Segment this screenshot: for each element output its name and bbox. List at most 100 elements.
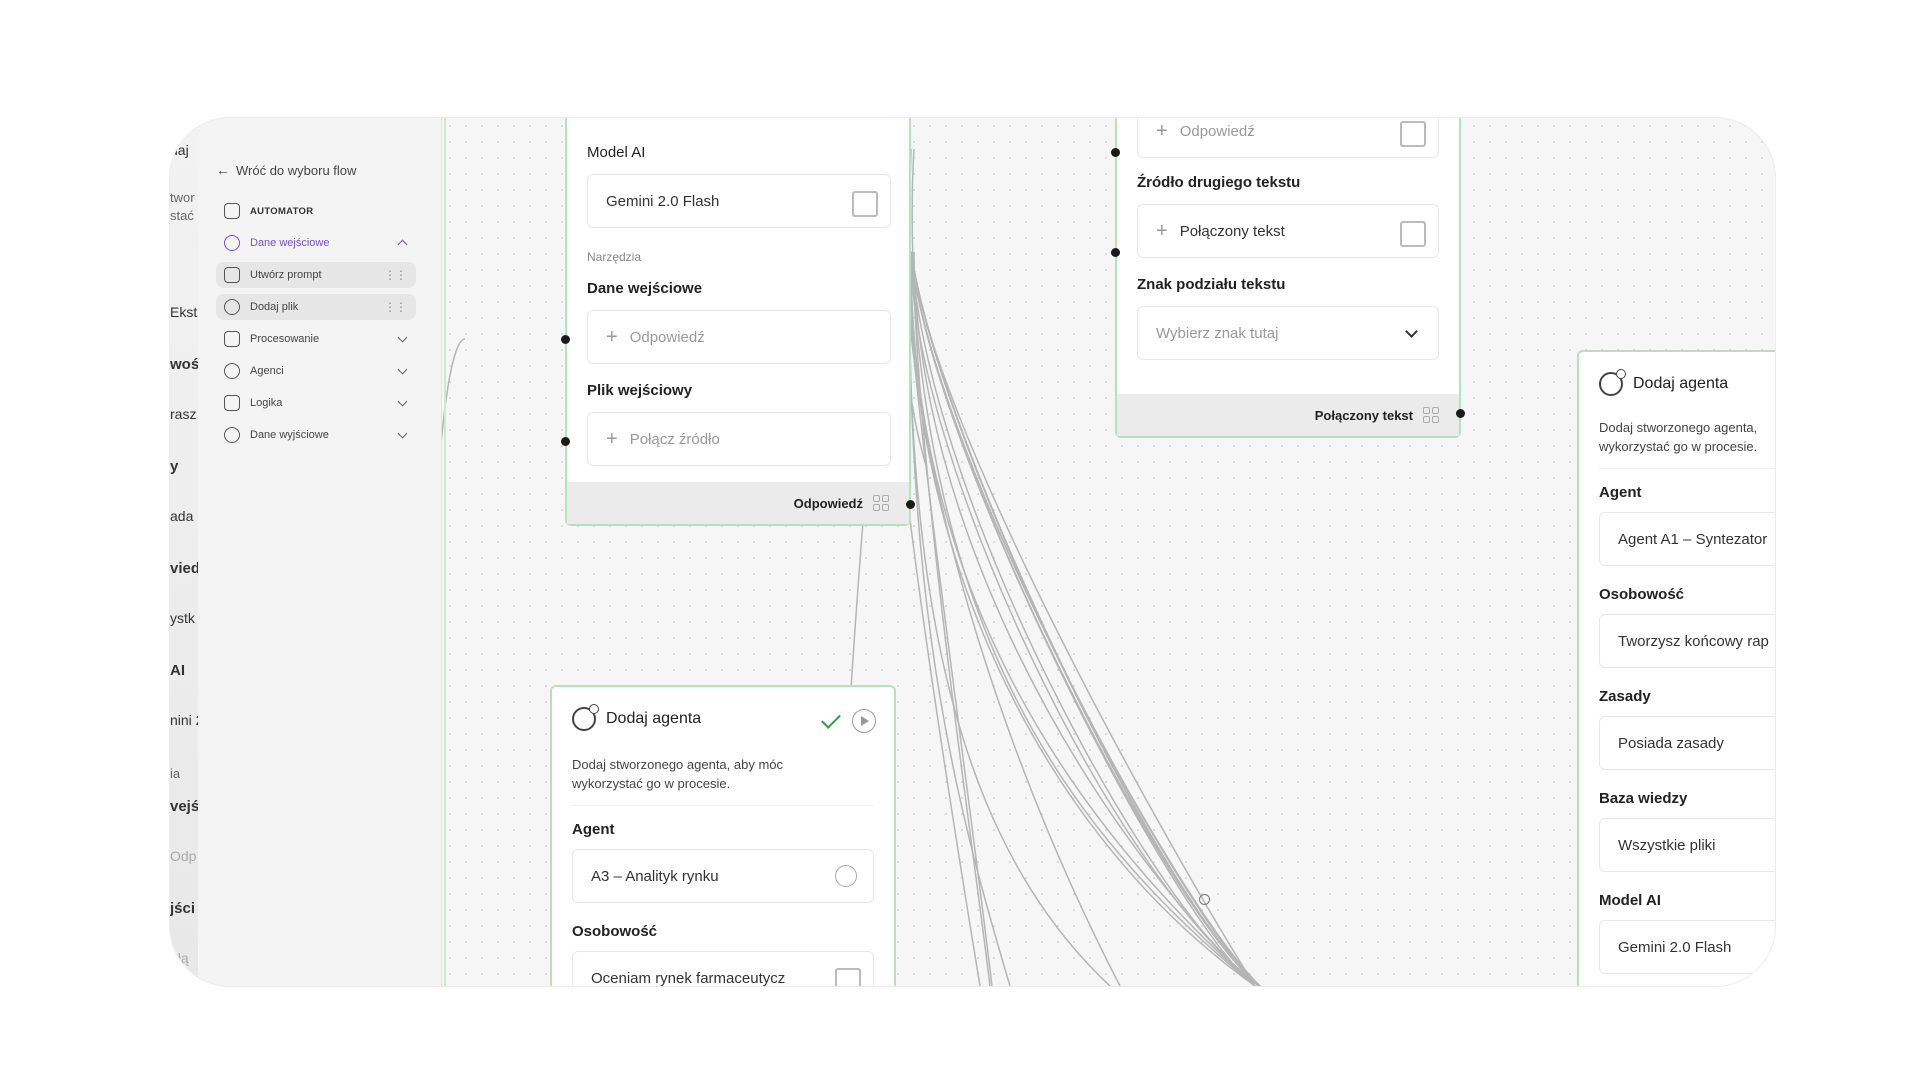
node-title: Dodaj agenta	[1599, 369, 1729, 396]
agent-value: Agent A1 – Syntezator	[1618, 530, 1768, 548]
input-port[interactable]	[1111, 148, 1120, 157]
output-port[interactable]	[1456, 409, 1465, 418]
input-field[interactable]: + Odpowiedź	[587, 310, 891, 364]
rules-label: Zasady	[1599, 688, 1651, 705]
input-port[interactable]	[561, 335, 570, 344]
logic-icon	[224, 395, 240, 411]
separator-select[interactable]: Wybierz znak tutaj	[1137, 306, 1439, 360]
node-description: Dodaj stworzonego agenta, wykorzystać go…	[1599, 418, 1757, 456]
second-source-label: Źródło drugiego tekstu	[1137, 174, 1301, 191]
sidebar-item-utworz-prompt[interactable]: Utwórz prompt ⋮⋮	[216, 262, 416, 288]
node-title: Dodaj agenta	[572, 704, 702, 731]
play-icon[interactable]	[852, 709, 876, 733]
expand-icon[interactable]	[835, 968, 857, 986]
model-field[interactable]: Gemini 2.0 Flash	[1599, 920, 1775, 974]
rules-field[interactable]: Posiada zasady	[1599, 716, 1775, 770]
person-icon	[835, 865, 857, 887]
chevron-down-icon	[397, 364, 408, 375]
ghost-text: rasz	[170, 406, 197, 422]
prompt-icon	[224, 267, 240, 283]
ghost-text: daj	[170, 142, 189, 158]
sidebar-item-logika[interactable]: Logika	[216, 390, 416, 416]
chevron-down-icon	[397, 332, 408, 343]
sidebar-item-label: Procesowanie	[250, 333, 320, 345]
agent-label: Agent	[572, 821, 615, 838]
ghost-text: woś	[170, 356, 198, 373]
node-title-text: Dodaj agenta	[1633, 375, 1729, 392]
node-footer: Połączony tekst	[1117, 394, 1459, 436]
automator-icon	[224, 203, 240, 219]
ghost-text: Odp	[170, 848, 197, 864]
desc-line: Dodaj stworzonego agenta, aby móc	[572, 757, 784, 772]
tools-label: Narzędzia	[587, 250, 642, 264]
drag-handle-icon[interactable]: ⋮⋮	[384, 268, 407, 282]
back-to-flow-link[interactable]: ← Wróć do wyboru flow	[216, 162, 356, 178]
sidebar-item-dane-wejsciowe[interactable]: Dane wejściowe	[216, 230, 416, 256]
knowledge-base-label: Baza wiedzy	[1599, 790, 1688, 807]
file-icon	[224, 299, 240, 315]
divider	[1599, 468, 1775, 469]
second-source-field[interactable]: + Połączony tekst	[1137, 204, 1439, 258]
mouse-cursor-icon	[1199, 894, 1210, 905]
ghost-text: ia	[170, 766, 181, 781]
output-label: Odpowiedź	[793, 495, 863, 511]
grid-icon	[1423, 407, 1439, 423]
ghost-text: jści	[170, 900, 196, 917]
sidebar-item-label: Agenci	[250, 365, 284, 377]
personality-field[interactable]: Tworzysz końcowy rap	[1599, 614, 1775, 668]
ghost-text: ystk	[170, 610, 195, 626]
node-merge-text[interactable]: + Odpowiedź Źródło drugiego tekstu + Poł…	[1115, 118, 1461, 438]
agent-value: A3 – Analityk rynku	[591, 867, 719, 885]
sidebar-section-automator: AUTOMATOR	[216, 198, 416, 224]
node-agent-a3[interactable]: Dodaj agenta Dodaj stworzonego agenta, a…	[550, 685, 896, 986]
sidebar-item-label: Dane wejściowe	[250, 237, 330, 249]
first-placeholder: Odpowiedź	[1179, 122, 1255, 140]
node-footer: Odpowiedź	[567, 482, 909, 524]
desc-line: Dodaj stworzonego agenta,	[1599, 420, 1758, 435]
input-port[interactable]	[561, 437, 570, 446]
model-field[interactable]: Gemini 2.0 Flash	[587, 174, 891, 228]
sidebar-item-procesowanie[interactable]: Procesowanie	[216, 326, 416, 352]
agent-select[interactable]: A3 – Analityk rynku	[572, 849, 874, 903]
agent-icon	[1599, 369, 1626, 396]
personality-field[interactable]: Oceniam rynek farmaceutycz	[572, 951, 874, 986]
node-prompt[interactable]: Model AI Gemini 2.0 Flash Narzędzia Dane…	[565, 118, 911, 526]
flow-canvas[interactable]: daj twor stać Ekst woś rasz y ada vied y…	[170, 118, 1775, 986]
sidebar-item-agenci[interactable]: Agenci	[216, 358, 416, 384]
plus-icon: +	[1156, 219, 1168, 242]
expand-icon[interactable]	[852, 191, 874, 213]
sidebar-item-dane-wyjsciowe[interactable]: Dane wyjściowe	[216, 422, 416, 448]
ghost-text: vejś	[170, 798, 198, 815]
file-field[interactable]: + Połącz źródło	[587, 412, 891, 466]
section-label: AUTOMATOR	[250, 205, 314, 217]
file-label: Plik wejściowy	[587, 382, 693, 399]
output-label: Połączony tekst	[1314, 407, 1413, 423]
ghost-text: nini 2	[170, 712, 198, 728]
agent-select[interactable]: Agent A1 – Syntezator	[1599, 512, 1775, 566]
expand-icon[interactable]	[1400, 121, 1422, 143]
divider	[572, 805, 874, 806]
agent-icon	[224, 363, 240, 379]
output-port[interactable]	[906, 500, 915, 509]
first-source-field[interactable]: + Odpowiedź	[1137, 118, 1439, 158]
sidebar-item-label: Dodaj plik	[250, 301, 299, 313]
sidebar-item-label: Dane wyjściowe	[250, 429, 329, 441]
drag-handle-icon[interactable]: ⋮⋮	[384, 300, 407, 314]
grid-icon	[873, 495, 889, 511]
knowledge-base-value: Wszystkie pliki	[1618, 836, 1716, 854]
separator-placeholder: Wybierz znak tutaj	[1156, 324, 1279, 342]
input-port[interactable]	[1111, 248, 1120, 257]
personality-value: Oceniam rynek farmaceutycz	[591, 969, 786, 987]
sidebar-item-dodaj-plik[interactable]: Dodaj plik ⋮⋮	[216, 294, 416, 320]
knowledge-base-field[interactable]: Wszystkie pliki	[1599, 818, 1775, 872]
node-agent-a1[interactable]: Dodaj agenta Dodaj stworzonego agenta, w…	[1577, 350, 1775, 986]
personality-label: Osobowość	[572, 923, 658, 940]
model-value: Gemini 2.0 Flash	[1618, 938, 1732, 956]
ghost-text: stać	[170, 208, 194, 223]
expand-icon[interactable]	[1400, 221, 1422, 243]
ghost-text: y	[170, 458, 179, 475]
model-label: Model AI	[1599, 892, 1661, 909]
model-label: Model AI	[587, 144, 646, 161]
agent-icon	[572, 704, 599, 731]
node-title-text: Dodaj agenta	[606, 710, 702, 727]
